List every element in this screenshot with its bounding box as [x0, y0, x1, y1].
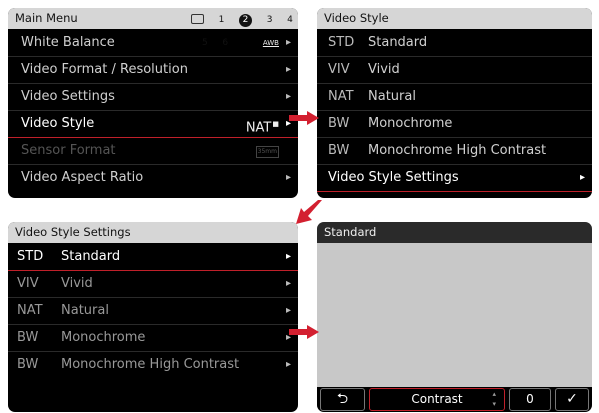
confirm-button[interactable]: ✓	[555, 388, 589, 411]
menu-item-label: Video Aspect Ratio	[21, 170, 144, 185]
contrast-selector[interactable]: Contrast ▴ ▾	[369, 388, 505, 411]
standard-header: Standard	[317, 222, 592, 243]
menu-item-video-format[interactable]: Video Format / Resolution ▸	[8, 57, 298, 84]
chevron-right-icon: ▸	[285, 172, 291, 183]
style-label: Standard	[61, 249, 121, 264]
chevron-right-icon: ▸	[579, 172, 585, 183]
arrow-down-left-icon	[296, 200, 322, 224]
menu-item-white-balance[interactable]: White Balance AWB ▸	[8, 30, 298, 57]
main-menu-panel: Main Menu 1 2 3 4 5 6 White Balance AWB …	[8, 8, 298, 198]
style-abbr: BW	[328, 116, 350, 131]
tab-2-selected[interactable]: 2	[239, 14, 253, 27]
video-style-panel: Video Style STD Standard VIV Vivid NAT Natu…	[317, 8, 592, 198]
style-option-monochrome-high-contrast[interactable]: BW Monochrome High Contrast	[317, 138, 592, 165]
tab-3[interactable]: 3	[267, 10, 273, 31]
back-icon: ⮌	[336, 391, 349, 407]
menu-item-label: White Balance	[21, 35, 115, 50]
settings-item-natural[interactable]: NAT Natural ▸	[8, 298, 298, 325]
style-settings-header: Video Style Settings	[8, 222, 298, 243]
back-button[interactable]: ⮌	[320, 388, 365, 411]
video-style-value: NAT■	[246, 111, 279, 141]
style-abbr: STD	[17, 249, 44, 264]
bottom-control-bar: ⮌ Contrast ▴ ▾ 0 ✓	[317, 387, 592, 412]
style-label: Vivid	[61, 276, 93, 291]
settings-item-standard[interactable]: STD Standard ▸	[8, 244, 298, 271]
film-icon: ■	[272, 120, 279, 128]
style-abbr: BW	[328, 143, 350, 158]
main-menu-title: Main Menu	[15, 11, 78, 25]
settings-item-vivid[interactable]: VIV Vivid ▸	[8, 271, 298, 298]
white-balance-value: AWB	[262, 39, 279, 47]
chevron-right-icon: ▸	[285, 278, 291, 289]
menu-item-label: Video Settings	[21, 89, 115, 104]
style-settings-panel: Video Style Settings STD Standard ▸ VIV Vi…	[8, 222, 298, 412]
style-option-standard[interactable]: STD Standard	[317, 30, 592, 57]
style-label: Vivid	[368, 62, 400, 77]
tab-1[interactable]: 1	[219, 10, 225, 31]
style-abbr: BW	[17, 330, 39, 345]
style-label: Monochrome High Contrast	[61, 357, 240, 372]
style-label: Natural	[61, 303, 109, 318]
chevron-right-icon: ▸	[285, 64, 291, 75]
style-option-monochrome[interactable]: BW Monochrome	[317, 111, 592, 138]
menu-item-video-settings[interactable]: Video Settings ▸	[8, 84, 298, 111]
chevron-right-icon: ▸	[285, 91, 291, 102]
menu-item-label: Video Format / Resolution	[21, 62, 188, 77]
style-abbr: NAT	[328, 89, 354, 104]
style-label: Natural	[368, 89, 416, 104]
style-abbr: NAT	[17, 303, 43, 318]
menu-item-video-aspect-ratio[interactable]: Video Aspect Ratio ▸	[8, 165, 298, 192]
standard-panel: Standard ⮌ Contrast ▴ ▾ 0 ✓	[317, 222, 592, 412]
chevron-right-icon: ▸	[285, 305, 291, 316]
style-label: Standard	[368, 35, 428, 50]
style-label: Video Style Settings	[328, 170, 459, 185]
checkmark-icon: ✓	[566, 391, 578, 407]
menu-item-label: Sensor Format	[21, 143, 116, 158]
contrast-value[interactable]: 0	[509, 388, 551, 411]
style-option-vivid[interactable]: VIV Vivid	[317, 57, 592, 84]
style-abbr: BW	[17, 357, 39, 372]
up-down-icon: ▴ ▾	[492, 390, 496, 408]
arrow-right-icon	[289, 325, 319, 339]
main-menu-header: Main Menu 1 2 3 4 5 6	[8, 8, 298, 48]
menu-item-sensor-format: Sensor Format 35mm	[8, 138, 298, 165]
style-option-video-style-settings[interactable]: Video Style Settings ▸	[317, 165, 592, 192]
chevron-right-icon: ▸	[285, 251, 291, 262]
arrow-right-icon	[289, 111, 319, 125]
menu-item-label: Video Style	[21, 116, 95, 131]
image-preview	[317, 243, 592, 387]
menu-item-video-style[interactable]: Video Style NAT■ ▸	[8, 111, 298, 138]
style-label: Monochrome High Contrast	[368, 143, 547, 158]
favorites-tab-icon[interactable]	[191, 13, 204, 24]
style-option-natural[interactable]: NAT Natural	[317, 84, 592, 111]
style-abbr: STD	[328, 35, 355, 50]
tab-4[interactable]: 4	[287, 10, 293, 31]
settings-item-monochrome-high-contrast[interactable]: BW Monochrome High Contrast ▸	[8, 352, 298, 379]
style-label: Monochrome	[61, 330, 146, 345]
settings-item-monochrome[interactable]: BW Monochrome ▸	[8, 325, 298, 352]
style-abbr: VIV	[328, 62, 350, 77]
sensor-format-value: 35mm	[255, 146, 279, 158]
style-abbr: VIV	[17, 276, 39, 291]
video-style-value-text: NAT	[245, 120, 272, 136]
style-label: Monochrome	[368, 116, 453, 131]
chevron-right-icon: ▸	[285, 359, 291, 370]
video-style-header: Video Style	[317, 8, 592, 29]
contrast-label: Contrast	[411, 392, 463, 406]
chevron-right-icon: ▸	[285, 37, 291, 48]
